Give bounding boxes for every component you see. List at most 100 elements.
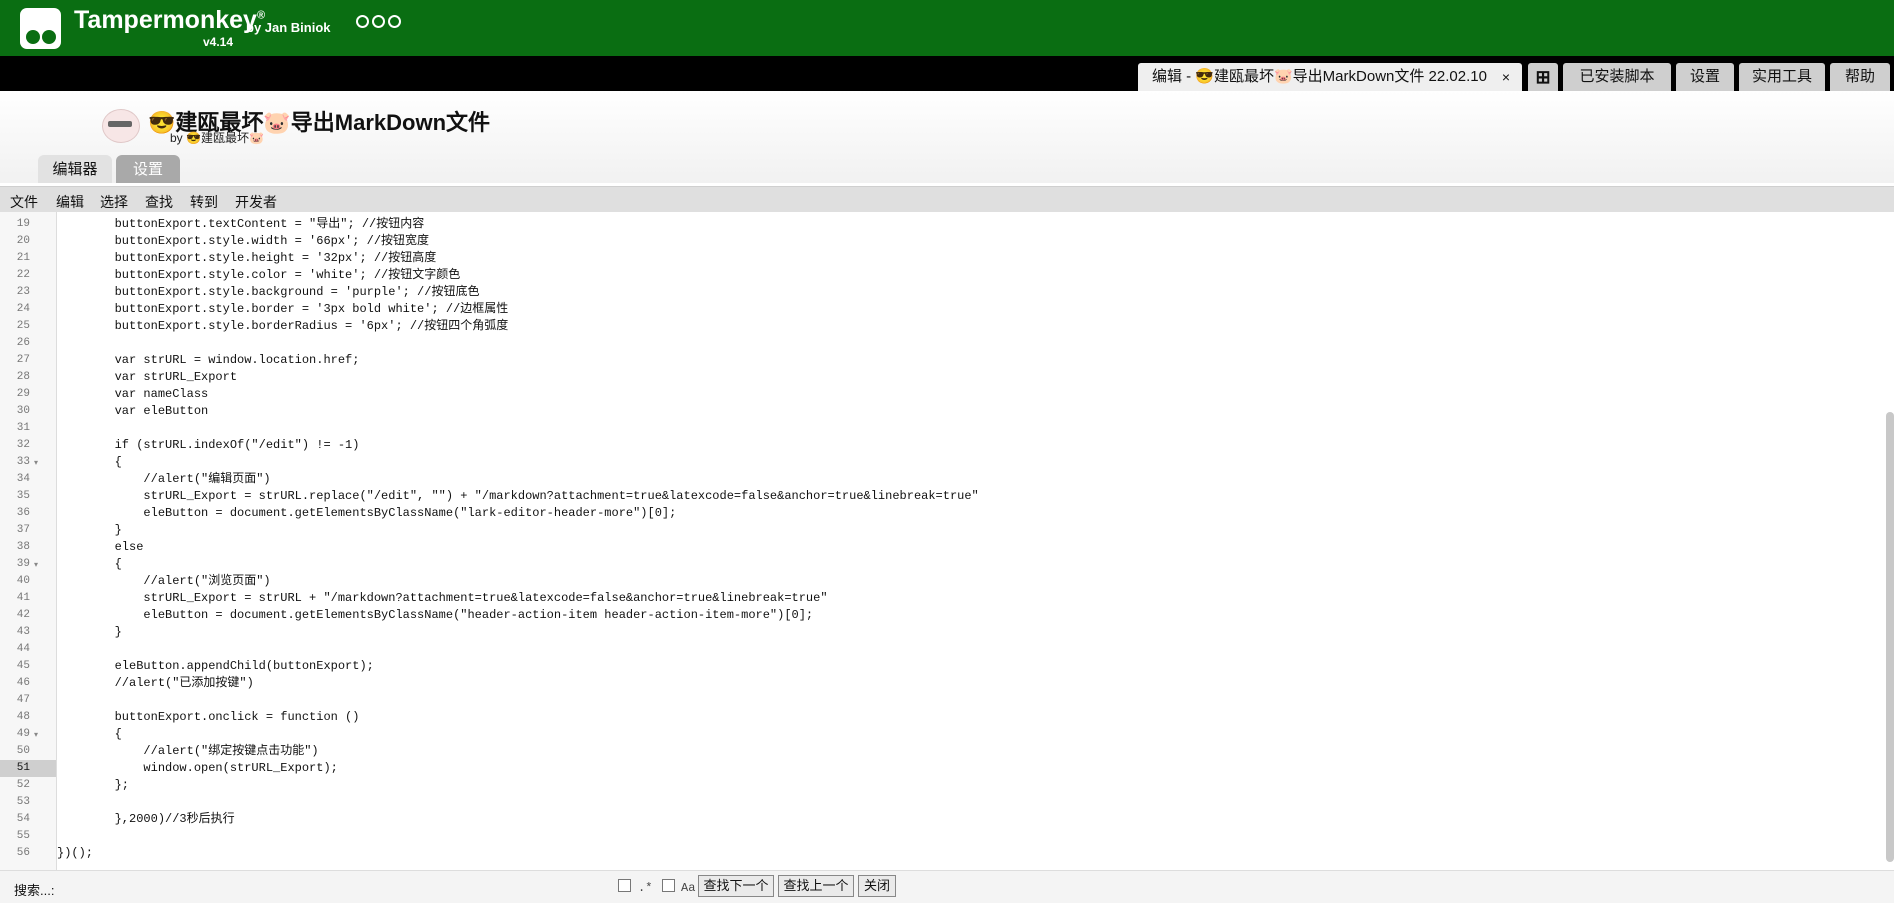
- tampermonkey-logo-icon: [20, 8, 61, 49]
- code-line[interactable]: else: [57, 539, 144, 556]
- code-line[interactable]: buttonExport.style.height = '32px'; //按钮…: [57, 250, 437, 267]
- regex-checkbox[interactable]: [618, 879, 631, 892]
- fold-arrow-icon[interactable]: ▾: [34, 730, 38, 739]
- case-label: Aa: [681, 881, 696, 895]
- find-prev-button[interactable]: 查找上一个: [778, 875, 854, 897]
- line-number: 38: [16, 541, 30, 553]
- code-line[interactable]: var strURL_Export: [57, 369, 237, 386]
- line-number: 20: [16, 235, 30, 247]
- find-next-button[interactable]: 查找下一个: [698, 875, 774, 897]
- line-number: 39: [16, 558, 30, 570]
- code-line[interactable]: strURL_Export = strURL.replace("/edit", …: [57, 488, 978, 505]
- close-search-button[interactable]: 关闭: [858, 875, 896, 897]
- line-number: 51: [0, 760, 56, 777]
- menu-find[interactable]: 查找: [145, 192, 173, 212]
- social-links: [356, 15, 401, 28]
- line-number: 24: [16, 303, 30, 315]
- code-line[interactable]: {: [57, 726, 122, 743]
- subtab-settings[interactable]: 设置: [116, 155, 180, 183]
- code-editor[interactable]: 19 20 21 22 23 24 25 26 27 28 29 30 31 32 33 ▾ 34 35 36 37 3…: [0, 212, 1894, 870]
- editor-scrollbar[interactable]: [1886, 412, 1894, 862]
- line-number: 27: [16, 354, 30, 366]
- search-input[interactable]: 搜索...:: [14, 880, 54, 899]
- line-number: 46: [16, 677, 30, 689]
- code-line[interactable]: var nameClass: [57, 386, 209, 403]
- line-number: 26: [16, 337, 30, 349]
- app-header: Tampermonkey® by Jan Biniok v4.14: [0, 0, 1894, 56]
- code-line[interactable]: strURL_Export = strURL + "/markdown?atta…: [57, 590, 827, 607]
- code-line[interactable]: //alert("浏览页面"): [57, 573, 270, 590]
- code-line[interactable]: eleButton = document.getElementsByClassN…: [57, 607, 813, 624]
- line-number: 36: [16, 507, 30, 519]
- code-line[interactable]: {: [57, 556, 122, 573]
- code-line[interactable]: }: [57, 624, 122, 641]
- new-script-button[interactable]: ⊞: [1528, 63, 1558, 91]
- editor-menu-bar: 文件 编辑 选择 查找 转到 开发者: [0, 186, 1894, 213]
- line-number: 52: [16, 779, 30, 791]
- line-number: 34: [16, 473, 30, 485]
- case-checkbox[interactable]: [662, 879, 675, 892]
- menu-developer[interactable]: 开发者: [235, 192, 277, 212]
- code-line[interactable]: var eleButton: [57, 403, 209, 420]
- menu-edit[interactable]: 编辑: [56, 192, 84, 212]
- line-number: 21: [16, 252, 30, 264]
- tab-installed-scripts[interactable]: 已安装脚本: [1563, 63, 1671, 91]
- code-line[interactable]: //alert("已添加按键"): [57, 675, 254, 692]
- menu-file[interactable]: 文件: [10, 192, 38, 212]
- line-number: 31: [16, 422, 30, 434]
- line-number: 47: [16, 694, 30, 706]
- code-line[interactable]: buttonExport.style.borderRadius = '6px';…: [57, 318, 509, 335]
- fold-arrow-icon[interactable]: ▾: [34, 458, 38, 467]
- menu-goto[interactable]: 转到: [190, 192, 218, 212]
- code-line[interactable]: buttonExport.style.color = 'white'; //按钮…: [57, 267, 461, 284]
- code-line[interactable]: //alert("编辑页面"): [57, 471, 270, 488]
- tab-editor-label: 编辑 - 😎建瓯最坏🐷导出MarkDown文件 22.02.10: [1152, 68, 1487, 85]
- line-number: 25: [16, 320, 30, 332]
- author-link[interactable]: by Jan Biniok: [246, 20, 331, 35]
- code-line[interactable]: eleButton.appendChild(buttonExport);: [57, 658, 374, 675]
- facebook-icon[interactable]: [372, 15, 385, 28]
- subtab-editor[interactable]: 编辑器: [38, 155, 112, 183]
- tab-editor-script[interactable]: 编辑 - 😎建瓯最坏🐷导出MarkDown文件 22.02.10 ×: [1138, 63, 1522, 91]
- code-line[interactable]: buttonExport.style.width = '66px'; //按钮宽…: [57, 233, 429, 250]
- line-number: 23: [16, 286, 30, 298]
- code-line[interactable]: },2000)//3秒后执行: [57, 811, 235, 828]
- code-line[interactable]: buttonExport.style.background = 'purple'…: [57, 284, 480, 301]
- brand-title: Tampermonkey®: [74, 6, 266, 34]
- code-line[interactable]: if (strURL.indexOf("/edit") != -1): [57, 437, 360, 454]
- code-line[interactable]: buttonExport.textContent = "导出"; //按钮内容: [57, 216, 425, 233]
- line-number: 55: [16, 830, 30, 842]
- code-line[interactable]: var strURL = window.location.href;: [57, 352, 360, 369]
- code-line[interactable]: {: [57, 454, 122, 471]
- search-bar: 搜索...: .* Aa 查找下一个 查找上一个 关闭: [0, 870, 1894, 903]
- code-line[interactable]: }: [57, 522, 122, 539]
- line-number: 40: [16, 575, 30, 587]
- code-line[interactable]: //alert("绑定按键点击功能"): [57, 743, 318, 760]
- github-icon[interactable]: [356, 15, 369, 28]
- instagram-icon[interactable]: [388, 15, 401, 28]
- code-line[interactable]: })();: [57, 845, 93, 862]
- line-number: 43: [16, 626, 30, 638]
- code-line[interactable]: buttonExport.style.border = '3px bold wh…: [57, 301, 509, 318]
- line-number: 56: [16, 847, 30, 859]
- code-area[interactable]: buttonExport.textContent = "导出"; //按钮内容 …: [57, 212, 1877, 870]
- tab-help[interactable]: 帮助: [1830, 63, 1890, 91]
- code-line[interactable]: };: [57, 777, 129, 794]
- main-tab-bar: 编辑 - 😎建瓯最坏🐷导出MarkDown文件 22.02.10 × ⊞ 已安装…: [0, 56, 1894, 91]
- line-number: 37: [16, 524, 30, 536]
- line-number: 48: [16, 711, 30, 723]
- tab-utilities[interactable]: 实用工具: [1739, 63, 1825, 91]
- script-header: 😎建瓯最坏🐷导出MarkDown文件 by 😎建瓯最坏🐷 编辑器 设置: [0, 91, 1894, 183]
- fold-arrow-icon[interactable]: ▾: [34, 560, 38, 569]
- code-line[interactable]: window.open(strURL_Export);: [57, 760, 337, 777]
- line-number: 45: [16, 660, 30, 672]
- code-line[interactable]: eleButton = document.getElementsByClassN…: [57, 505, 676, 522]
- line-number: 53: [16, 796, 30, 808]
- script-avatar-icon: [98, 99, 142, 145]
- menu-select[interactable]: 选择: [100, 192, 128, 212]
- tab-settings[interactable]: 设置: [1676, 63, 1734, 91]
- code-line[interactable]: buttonExport.onclick = function (): [57, 709, 360, 726]
- line-number: 50: [16, 745, 30, 757]
- close-tab-icon[interactable]: ×: [1502, 63, 1510, 91]
- version-label: v4.14: [203, 35, 234, 49]
